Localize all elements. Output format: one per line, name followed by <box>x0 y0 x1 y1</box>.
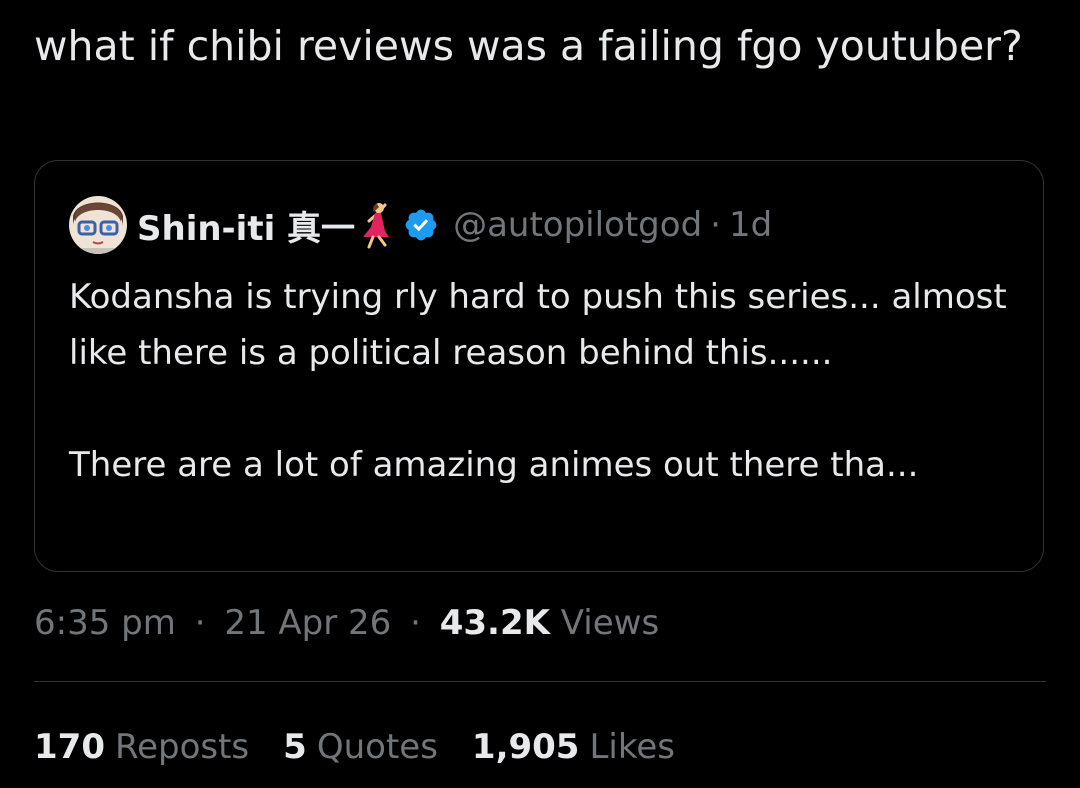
likes-count: 1,905 <box>471 727 580 767</box>
reposts-label: Reposts <box>114 727 250 767</box>
quoted-display-name[interactable]: Shin-iti 真一 <box>137 201 355 250</box>
reposts-stat[interactable]: 170 Reposts <box>34 722 249 772</box>
quoted-tweet-body: Kodansha is trying rly hard to push this… <box>69 269 1019 493</box>
quotes-label: Quotes <box>316 727 438 767</box>
quotes-stat[interactable]: 5 Quotes <box>283 722 438 772</box>
divider <box>34 681 1046 682</box>
quoted-tweet-card[interactable]: Shin-iti 真一 @autopilotgod · 1d Kodansha … <box>34 160 1044 572</box>
tweet-text: what if chibi reviews was a failing fgo … <box>34 22 1023 70</box>
separator-dot: · <box>410 603 421 643</box>
likes-label: Likes <box>589 727 675 767</box>
views-count: 43.2K <box>439 603 550 643</box>
quoted-paragraph-2: There are a lot of amazing animes out th… <box>69 445 919 485</box>
verified-badge-icon <box>403 207 439 243</box>
quoted-tweet-header: Shin-iti 真一 @autopilotgod · 1d <box>69 195 772 255</box>
likes-stat[interactable]: 1,905 Likes <box>472 722 675 772</box>
avatar[interactable] <box>69 196 127 254</box>
quoted-handle[interactable]: @autopilotgod <box>453 205 702 245</box>
quoted-paragraph-1: Kodansha is trying rly hard to push this… <box>69 277 1007 373</box>
tweet-date[interactable]: 21 Apr 26 <box>224 603 391 643</box>
views-label: Views <box>560 603 660 643</box>
tweet-time[interactable]: 6:35 pm <box>34 603 176 643</box>
woman-dancing-icon <box>359 201 393 249</box>
quoted-timestamp[interactable]: 1d <box>729 205 772 245</box>
reposts-count: 170 <box>34 727 105 767</box>
engagement-stats: 170 Reposts 5 Quotes 1,905 Likes <box>34 722 709 772</box>
separator-dot: · <box>710 205 721 245</box>
tweet-meta: 6:35 pm · 21 Apr 26 · 43.2K Views <box>34 598 659 648</box>
separator-dot: · <box>194 603 206 643</box>
quotes-count: 5 <box>283 727 307 767</box>
